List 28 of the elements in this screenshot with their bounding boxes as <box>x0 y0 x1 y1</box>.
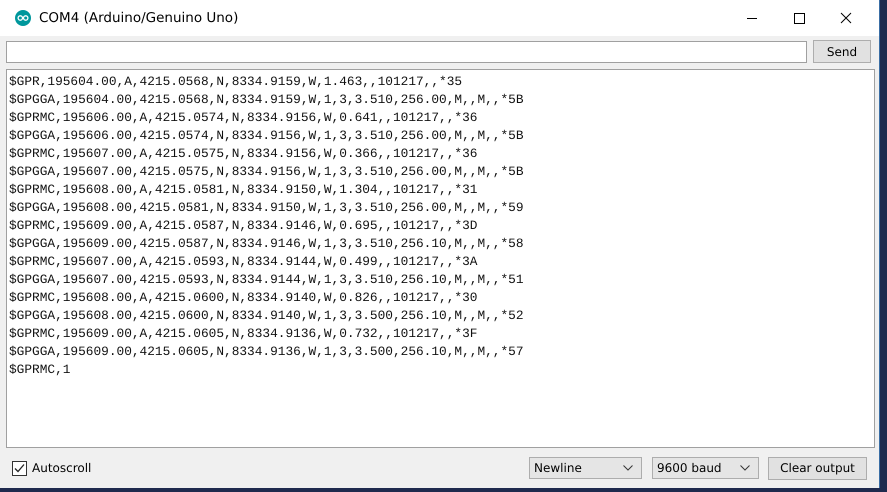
output-line: $GPRMC,195609.00,A,4215.0605,N,8334.9136,W,0.732,,101217,,*3F <box>9 325 478 343</box>
clear-output-button[interactable]: Clear output <box>768 456 867 480</box>
autoscroll-checkbox[interactable] <box>12 460 27 476</box>
output-line: $GPRMC,195609.00,A,4215.0587,N,8334.9146,W,0.695,,101217,,*3D <box>9 217 478 235</box>
send-button[interactable]: Send <box>813 40 871 63</box>
output-line: $GPR,195604.00,A,4215.0568,N,8334.9159,W,1.463,,101217,,*35 <box>9 73 464 91</box>
output-line: $GPRMC,1 <box>9 361 72 379</box>
output-line: $GPGGA,195609.00,4215.0587,N,8334.9146,W,1,3,3.510,256.10,M,,M,,*58 <box>9 235 525 253</box>
output-line: $GPGGA,195608.00,4215.0600,N,8334.9140,W,1,3,3.500,256.10,M,,M,,*52 <box>9 307 525 325</box>
output-line: $GPGGA,195607.00,4215.0593,N,8334.9144,W,1,3,3.510,256.10,M,,M,,*51 <box>9 271 525 289</box>
autoscroll-label: Autoscroll <box>32 461 92 475</box>
caret-icon <box>623 465 633 471</box>
output-line: $GPRMC,195606.00,A,4215.0574,N,8334.9156,W,0.641,,101217,,*36 <box>9 109 478 127</box>
output-line: $GPRMC,195607.00,A,4215.0575,N,8334.9156,W,0.366,,101217,,*36 <box>9 145 478 163</box>
line-ending-dropdown[interactable]: Newline <box>529 457 642 479</box>
baud-rate-dropdown[interactable]: 9600 baud <box>652 457 759 479</box>
output-line: $GPRMC,195607.00,A,4215.0593,N,8334.9144,W,0.499,,101217,,*3A <box>9 253 478 271</box>
caret-icon <box>740 465 750 471</box>
output-line: $GPRMC,195608.00,A,4215.0581,N,8334.9150,W,1.304,,101217,,*31 <box>9 181 478 199</box>
output-line: $GPGGA,195608.00,4215.0581,N,8334.9150,W,1,3,3.510,256.00,M,,M,,*59 <box>9 199 525 217</box>
input-field[interactable] <box>6 40 807 62</box>
window-title: COM4 (Arduino/Genuino Uno) <box>39 10 238 26</box>
output-line: $GPRMC,195608.00,A,4215.0600,N,8334.9140,W,0.826,,101217,,*30 <box>9 289 478 307</box>
app-logo-icon <box>15 10 31 26</box>
output-line: $GPGGA,195607.00,4215.0575,N,8334.9156,W,1,3,3.510,256.00,M,,M,,*5B <box>9 163 525 181</box>
output-line: $GPGGA,195604.00,4215.0568,N,8334.9159,W,1,3,3.510,256.00,M,,M,,*5B <box>9 91 525 109</box>
output-line: $GPGGA,195606.00,4215.0574,N,8334.9156,W,1,3,3.510,256.00,M,,M,,*5B <box>9 127 525 145</box>
output-line: $GPGGA,195609.00,4215.0605,N,8334.9136,W,1,3,3.500,256.10,M,,M,,*57 <box>9 343 525 361</box>
